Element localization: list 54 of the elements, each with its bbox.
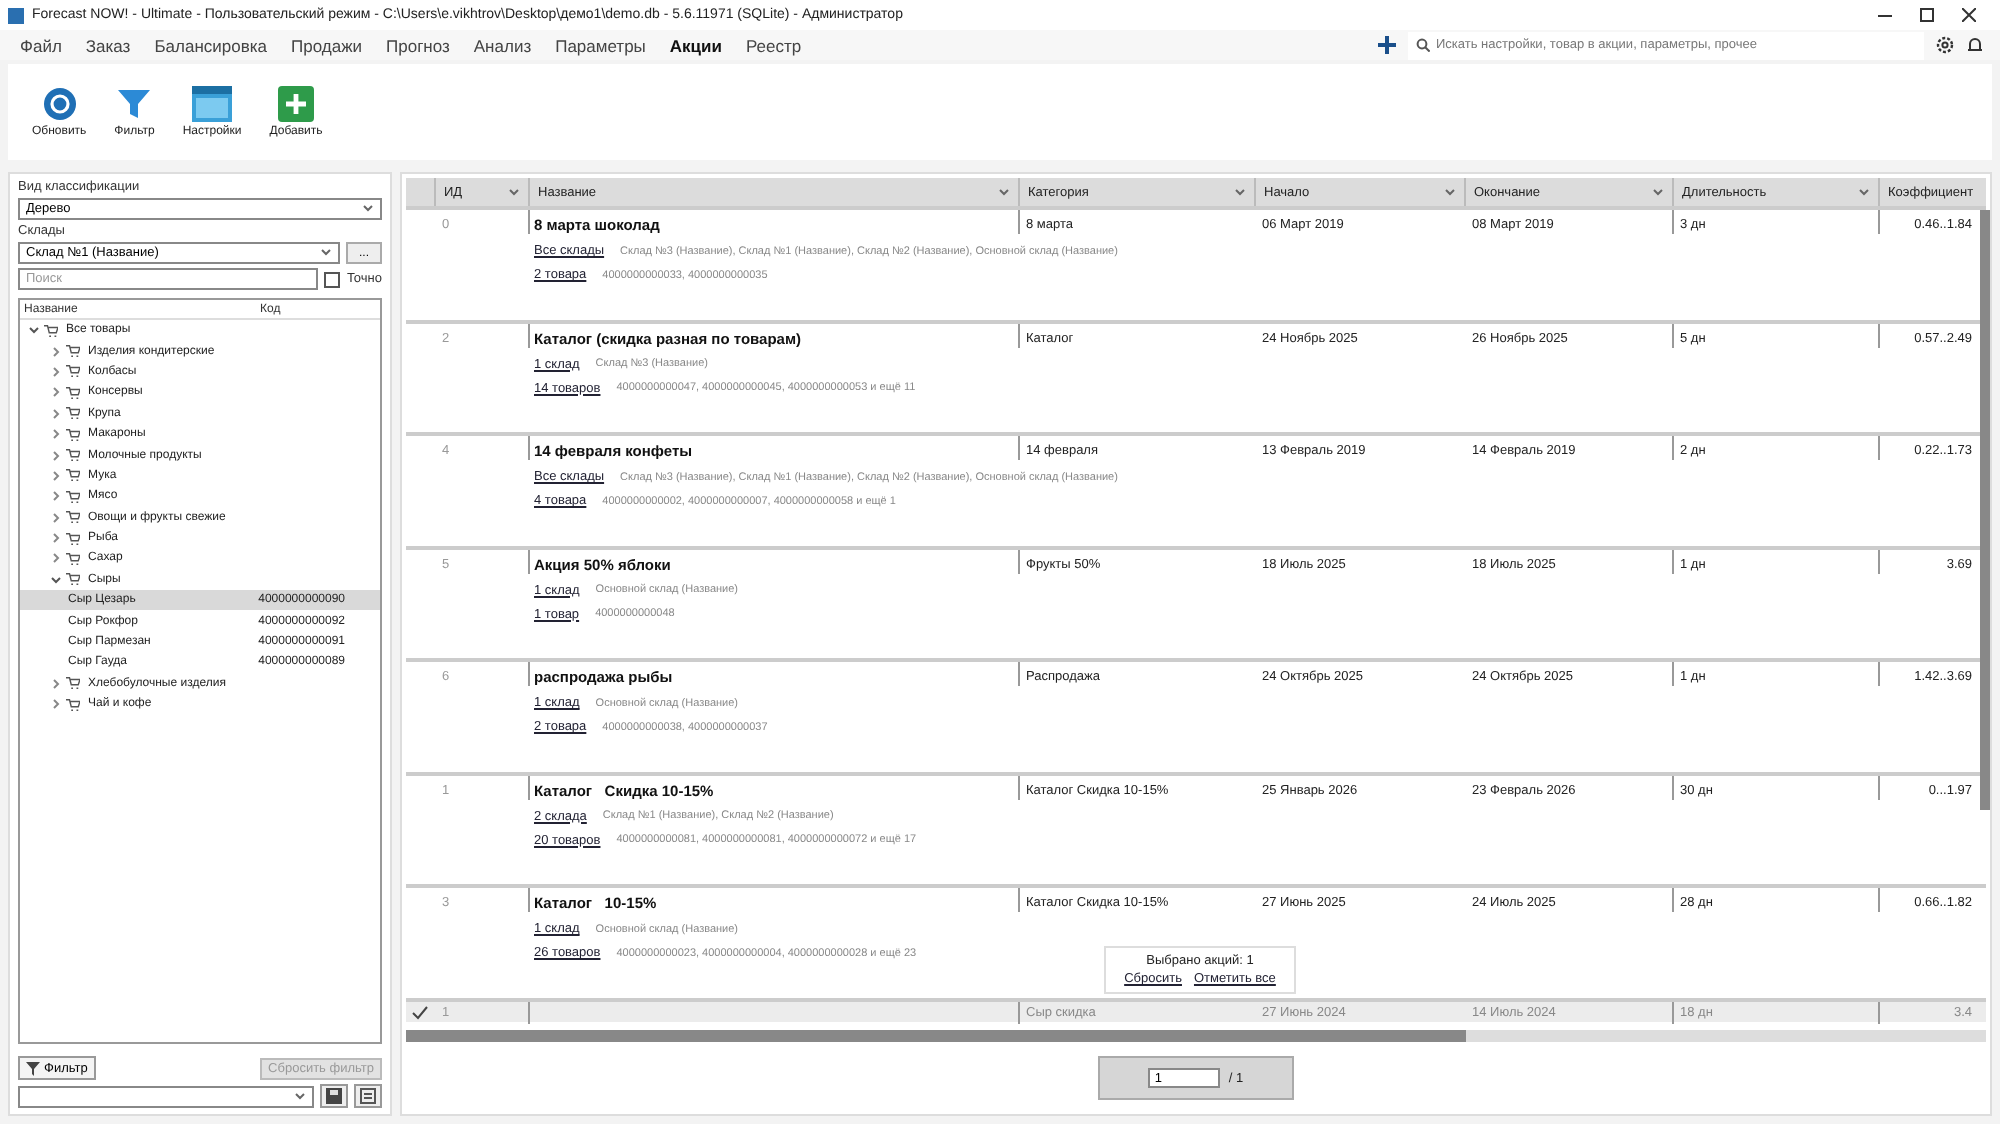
menu-item[interactable]: Прогноз xyxy=(374,35,462,55)
cart-icon xyxy=(66,531,80,546)
maximize-icon[interactable] xyxy=(1920,8,1934,22)
menu-item[interactable]: Продажи xyxy=(279,35,374,55)
menu-item[interactable]: Параметры xyxy=(543,35,658,55)
bell-icon[interactable] xyxy=(1966,36,1984,54)
sort-caret-icon[interactable] xyxy=(1652,187,1664,197)
filter-icon xyxy=(26,1061,40,1075)
sort-caret-icon[interactable] xyxy=(294,1091,306,1101)
add-icon xyxy=(278,86,315,122)
sort-caret-icon[interactable] xyxy=(1444,187,1456,197)
cart-icon xyxy=(66,427,80,442)
cart-icon xyxy=(66,364,80,379)
cart-icon xyxy=(44,323,58,338)
cart-icon xyxy=(66,551,80,566)
menu-item[interactable]: Реестр xyxy=(733,35,814,55)
close-icon[interactable] xyxy=(1962,8,1976,22)
app-icon xyxy=(8,7,24,23)
cart-icon xyxy=(66,510,80,525)
plus-icon[interactable] xyxy=(1378,36,1396,54)
grid-settings-icon xyxy=(192,86,233,122)
cart-icon xyxy=(66,448,80,463)
sort-caret-icon[interactable] xyxy=(320,248,332,258)
check-icon[interactable] xyxy=(412,1005,428,1019)
cart-icon xyxy=(66,468,80,483)
refresh-icon xyxy=(41,86,78,122)
exact-checkbox[interactable] xyxy=(324,271,341,287)
cart-icon xyxy=(66,385,80,400)
list-button[interactable] xyxy=(354,1084,382,1108)
collapse-caret-icon[interactable] xyxy=(24,324,44,337)
save-button[interactable] xyxy=(320,1084,348,1108)
horizontal-scrollbar[interactable] xyxy=(406,1030,1986,1042)
sort-caret-icon[interactable] xyxy=(508,187,520,197)
cart-icon xyxy=(66,489,80,504)
search-icon xyxy=(1416,38,1430,52)
sort-caret-icon[interactable] xyxy=(1234,187,1246,197)
cart-icon xyxy=(66,676,80,691)
menu-item[interactable]: Файл xyxy=(8,35,74,55)
cart-icon xyxy=(66,572,80,587)
menu-item[interactable]: Заказ xyxy=(73,35,143,55)
sort-caret-icon[interactable] xyxy=(998,187,1010,197)
vertical-scrollbar[interactable] xyxy=(1980,210,1990,810)
menu-item[interactable]: Анализ xyxy=(461,35,544,55)
sort-caret-icon[interactable] xyxy=(1858,187,1870,197)
cart-icon xyxy=(66,406,80,421)
cart-icon xyxy=(66,697,80,712)
settings-icon[interactable] xyxy=(1936,36,1954,54)
cart-icon xyxy=(66,344,80,359)
sort-caret-icon[interactable] xyxy=(362,204,374,214)
filter-icon xyxy=(116,86,153,122)
menu-item[interactable]: Акции xyxy=(657,35,734,55)
menu-item[interactable]: Балансировка xyxy=(142,35,279,55)
collapse-caret-icon[interactable] xyxy=(46,573,66,586)
preset-select[interactable] xyxy=(18,1085,314,1107)
